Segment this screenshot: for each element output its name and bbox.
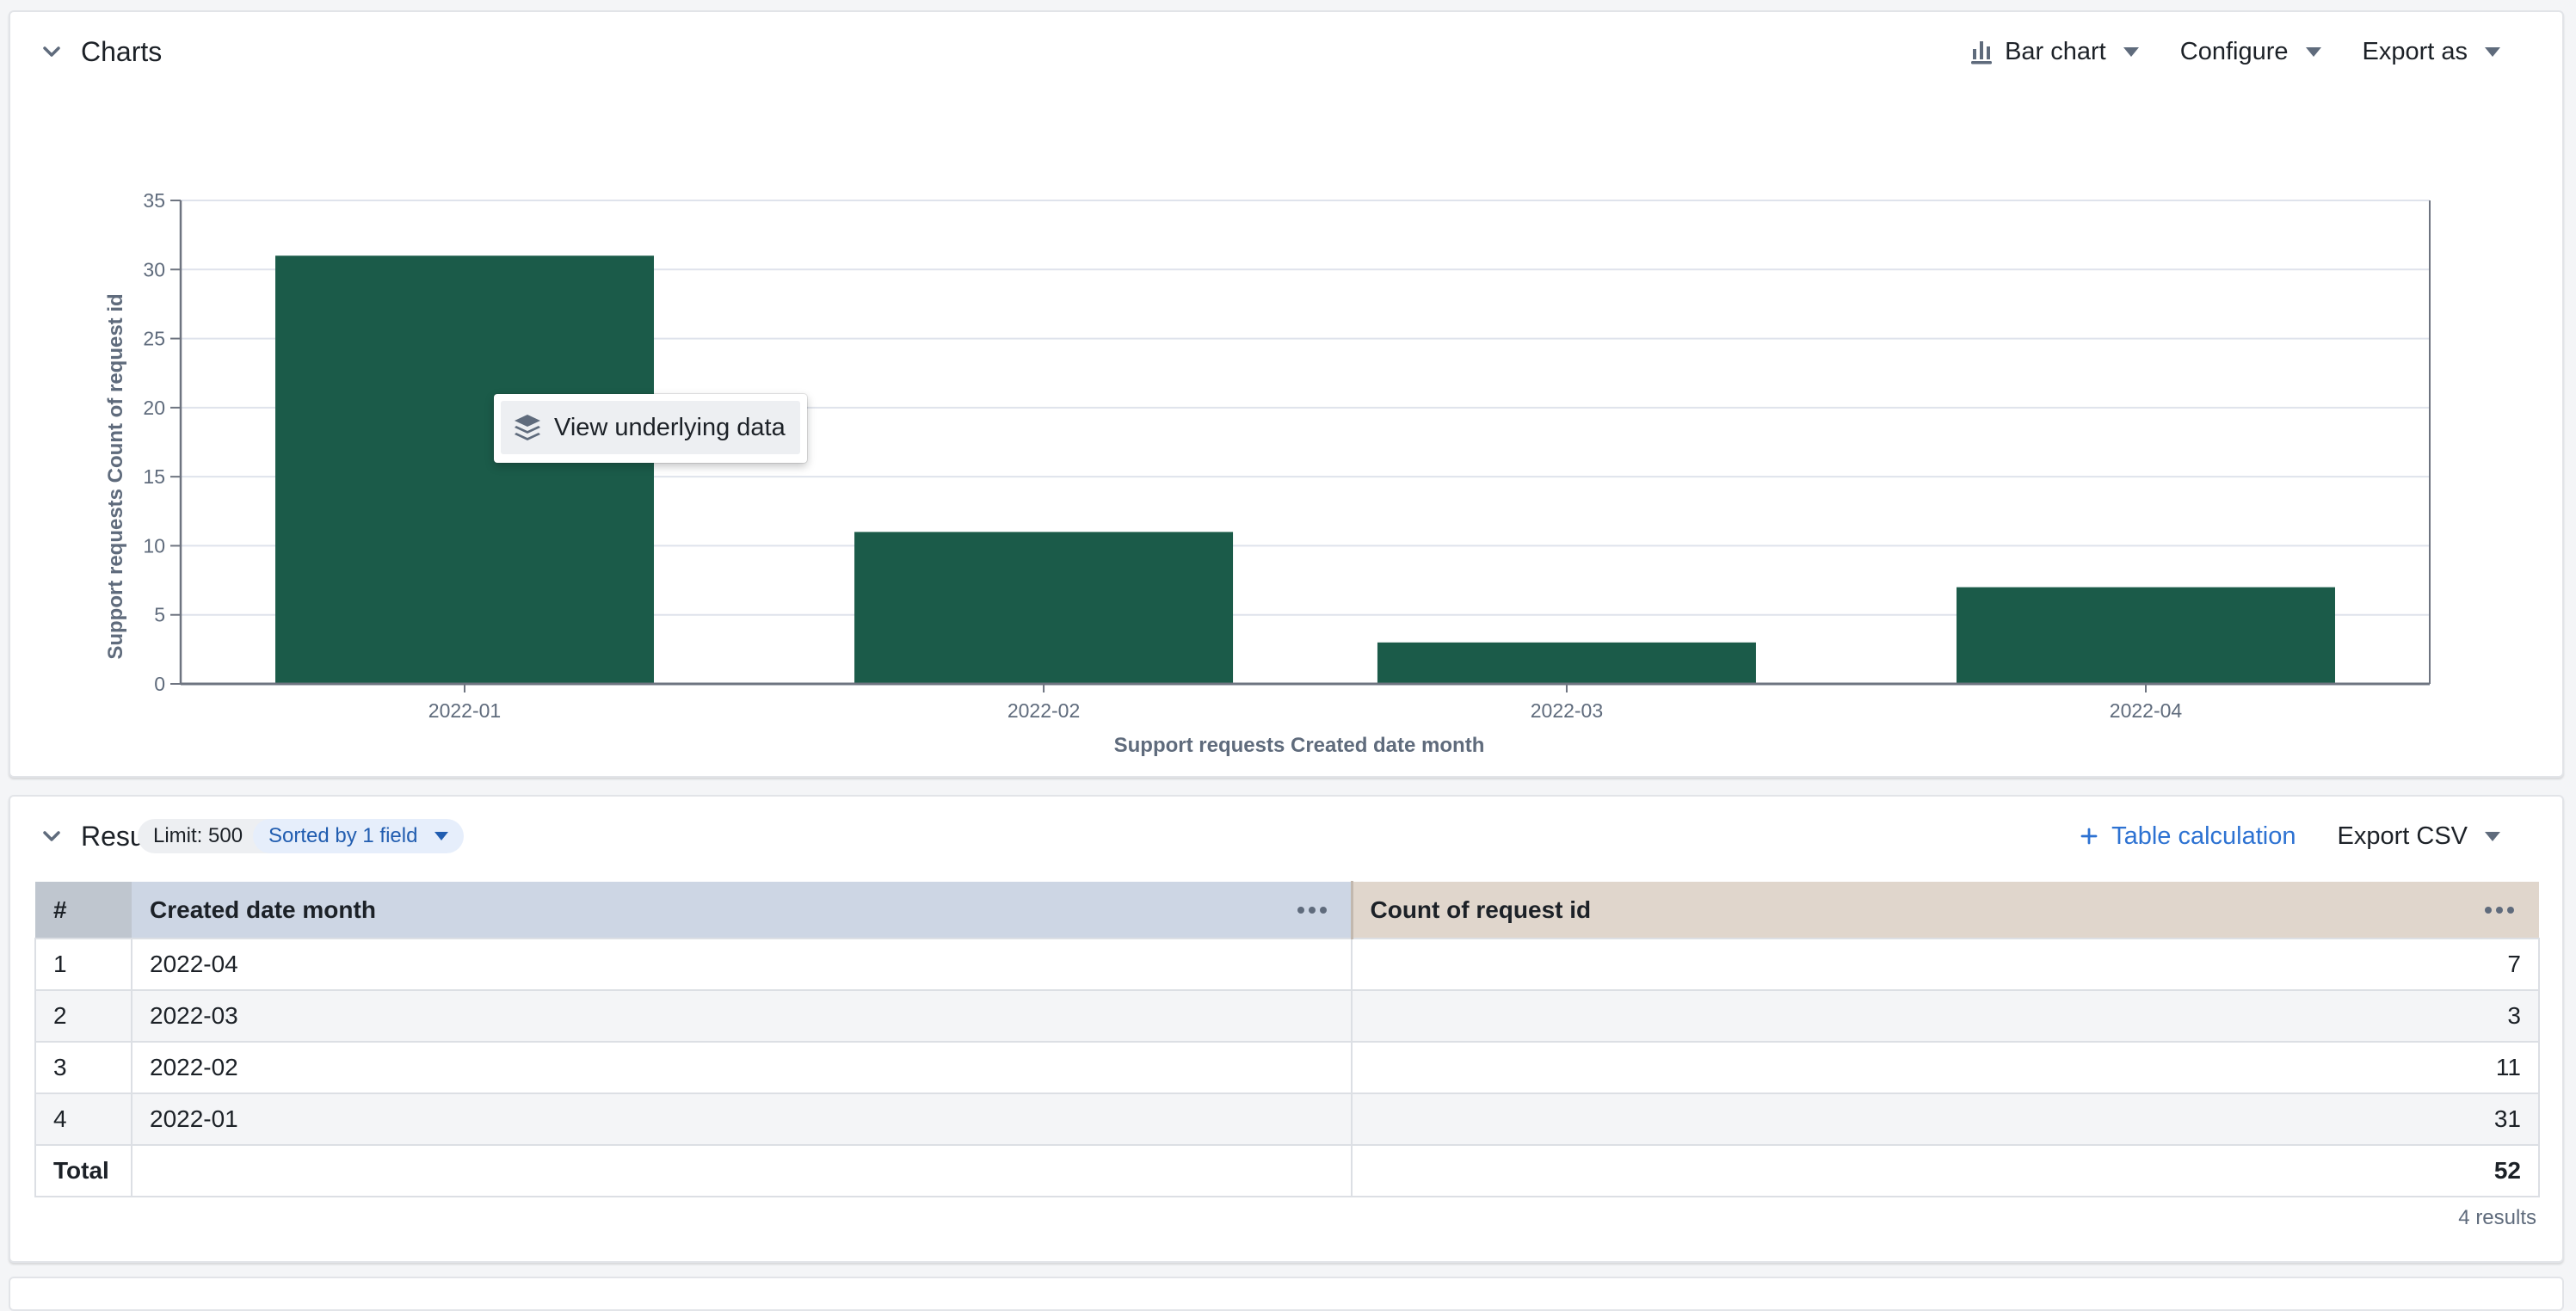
cell-count[interactable]: 11	[1351, 1041, 2540, 1094]
cell-month[interactable]: 2022-04	[131, 938, 1353, 991]
next-panel	[9, 1277, 2564, 1311]
sort-label: Sorted by 1 field	[268, 824, 418, 847]
cell-count[interactable]: 31	[1351, 1092, 2540, 1146]
table-row[interactable]: 4 2022-01 31	[34, 1092, 2540, 1146]
total-label: Total	[34, 1144, 132, 1197]
column-header-count-of-request-id[interactable]: Count of request id	[1352, 882, 2539, 939]
cell-month[interactable]: 2022-01	[131, 1092, 1353, 1146]
caret-down-icon	[434, 832, 449, 840]
total-value: 52	[1351, 1144, 2540, 1197]
y-tick-label: 5	[154, 604, 165, 626]
row-index: 1	[34, 938, 132, 991]
bar-2022-02[interactable]	[854, 532, 1234, 684]
results-table: # Created date month Count of request id	[34, 881, 2540, 1197]
column-header-index: #	[35, 882, 132, 939]
column-header-created-date-month[interactable]: Created date month	[132, 882, 1353, 939]
x-tick-label: 2022-03	[1531, 699, 1603, 722]
y-tick-label: 0	[154, 673, 165, 695]
plus-icon	[2080, 828, 2098, 845]
row-index: 2	[34, 989, 132, 1043]
y-axis-title: Support requests Count of request id	[104, 293, 127, 659]
cell-month[interactable]: 2022-03	[131, 989, 1353, 1043]
total-empty-cell	[131, 1144, 1353, 1197]
layers-icon	[515, 415, 540, 440]
x-tick-label: 2022-04	[2110, 699, 2183, 722]
sort-button[interactable]: Sorted by 1 field	[253, 819, 465, 853]
table-row[interactable]: 2 2022-03 3	[34, 989, 2540, 1043]
y-tick-label: 35	[143, 189, 165, 212]
bar-2022-01[interactable]	[275, 255, 655, 684]
add-table-calculation-button[interactable]: Table calculation	[2060, 822, 2316, 851]
y-tick-label: 10	[143, 534, 165, 557]
charts-panel: Charts Bar chart Configure Export as 0 5…	[9, 10, 2564, 778]
bars	[275, 255, 2335, 684]
caret-down-icon	[2485, 831, 2500, 841]
column-header-label: Count of request id	[1370, 896, 1592, 923]
limit-label: Limit: 500	[153, 824, 243, 847]
export-csv-label: Export CSV	[2337, 822, 2468, 850]
y-tick-label: 25	[143, 328, 165, 350]
bar-2022-03[interactable]	[1377, 642, 1756, 684]
results-collapse-button[interactable]	[34, 819, 69, 853]
cell-month[interactable]: 2022-02	[131, 1041, 1353, 1094]
chevron-down-icon	[43, 831, 60, 841]
results-table-container: # Created date month Count of request id	[34, 881, 2540, 1197]
bar-2022-04[interactable]	[1956, 587, 2335, 684]
cell-count[interactable]: 3	[1351, 989, 2540, 1043]
export-csv-button[interactable]: Export CSV	[2317, 815, 2522, 858]
y-tick-label: 20	[143, 397, 165, 419]
x-tick-label: 2022-01	[428, 699, 501, 722]
results-panel: Results Limit: 500 Sorted by 1 field Tab…	[9, 795, 2564, 1263]
table-calculation-label: Table calculation	[2111, 822, 2296, 850]
more-options-icon[interactable]	[2478, 900, 2521, 920]
results-actions: Table calculation Export CSV	[2060, 815, 2521, 858]
y-tick-label: 15	[143, 465, 165, 488]
chart-context-menu: View underlying data	[494, 394, 807, 463]
view-underlying-data-menu-item[interactable]: View underlying data	[501, 401, 800, 454]
table-row[interactable]: 3 2022-02 11	[34, 1041, 2540, 1094]
table-row[interactable]: 1 2022-04 7	[34, 938, 2540, 991]
more-options-icon[interactable]	[1291, 900, 1334, 920]
results-count: 4 results	[2458, 1206, 2536, 1229]
view-underlying-data-label: View underlying data	[554, 413, 786, 441]
bar-chart: 0 5 10 15 20 25 30 35 2022-01 2022-02 2022-03 2022-…	[104, 189, 2431, 757]
results-header: Results Limit: 500 Sorted by 1 field Tab…	[10, 797, 2562, 876]
row-index: 3	[34, 1041, 132, 1094]
total-row: Total 52	[34, 1144, 2540, 1197]
cell-count[interactable]: 7	[1351, 938, 2540, 991]
row-index: 4	[34, 1092, 132, 1146]
table-header-row: # Created date month Count of request id	[35, 882, 2539, 939]
y-tick-label: 30	[143, 258, 165, 280]
column-header-label: Created date month	[150, 896, 376, 923]
x-axis-title: Support requests Created date month	[1114, 734, 1485, 757]
x-tick-label: 2022-02	[1008, 699, 1080, 722]
